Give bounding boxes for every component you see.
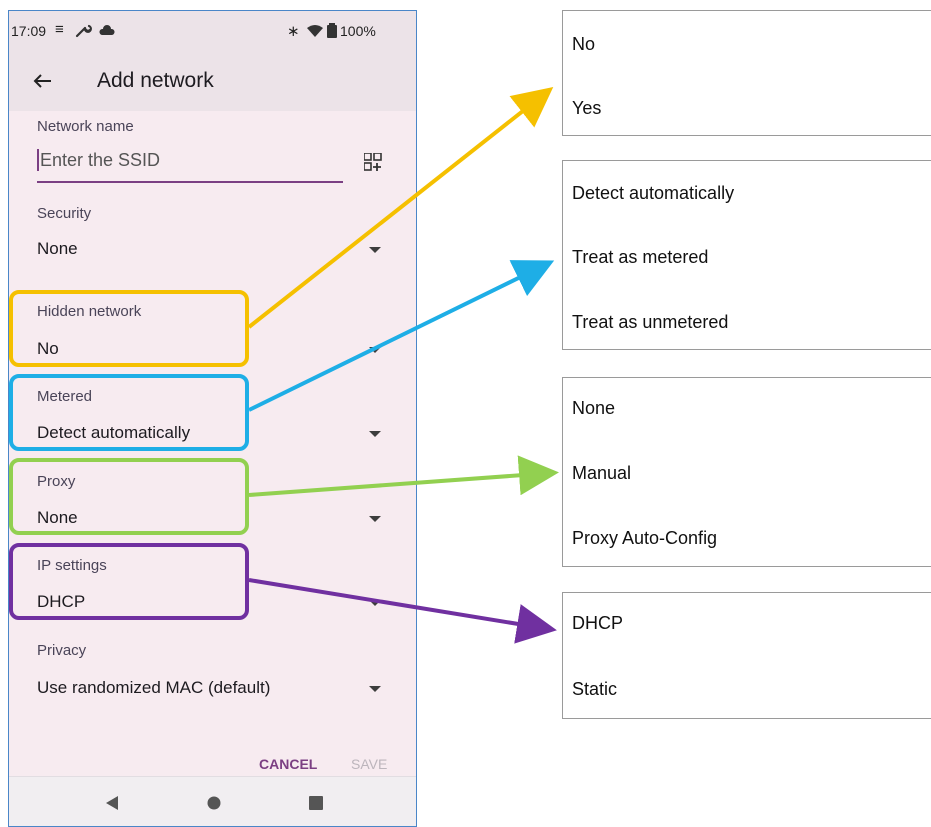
proxy-arrow: [248, 455, 559, 497]
option-static[interactable]: Static: [572, 679, 617, 700]
option-yes[interactable]: Yes: [572, 98, 601, 119]
proxy-options-panel: None Manual Proxy Auto-Config: [562, 377, 931, 567]
ip-settings-options-panel: DHCP Static: [562, 592, 931, 719]
hidden-network-arrow: [247, 87, 554, 329]
option-none[interactable]: None: [572, 398, 615, 419]
metered-options-panel: Detect automatically Treat as metered Tr…: [562, 160, 931, 350]
option-proxy-auto-config[interactable]: Proxy Auto-Config: [572, 528, 717, 549]
option-no[interactable]: No: [572, 34, 595, 55]
option-detect-automatically[interactable]: Detect automatically: [572, 183, 734, 204]
ip-settings-arrow: [248, 578, 557, 644]
option-dhcp[interactable]: DHCP: [572, 613, 623, 634]
option-treat-as-unmetered[interactable]: Treat as unmetered: [572, 312, 728, 333]
metered-arrow: [248, 260, 555, 412]
hidden-network-options-panel: No Yes: [562, 10, 931, 136]
option-treat-as-metered[interactable]: Treat as metered: [572, 247, 708, 268]
option-manual[interactable]: Manual: [572, 463, 631, 484]
